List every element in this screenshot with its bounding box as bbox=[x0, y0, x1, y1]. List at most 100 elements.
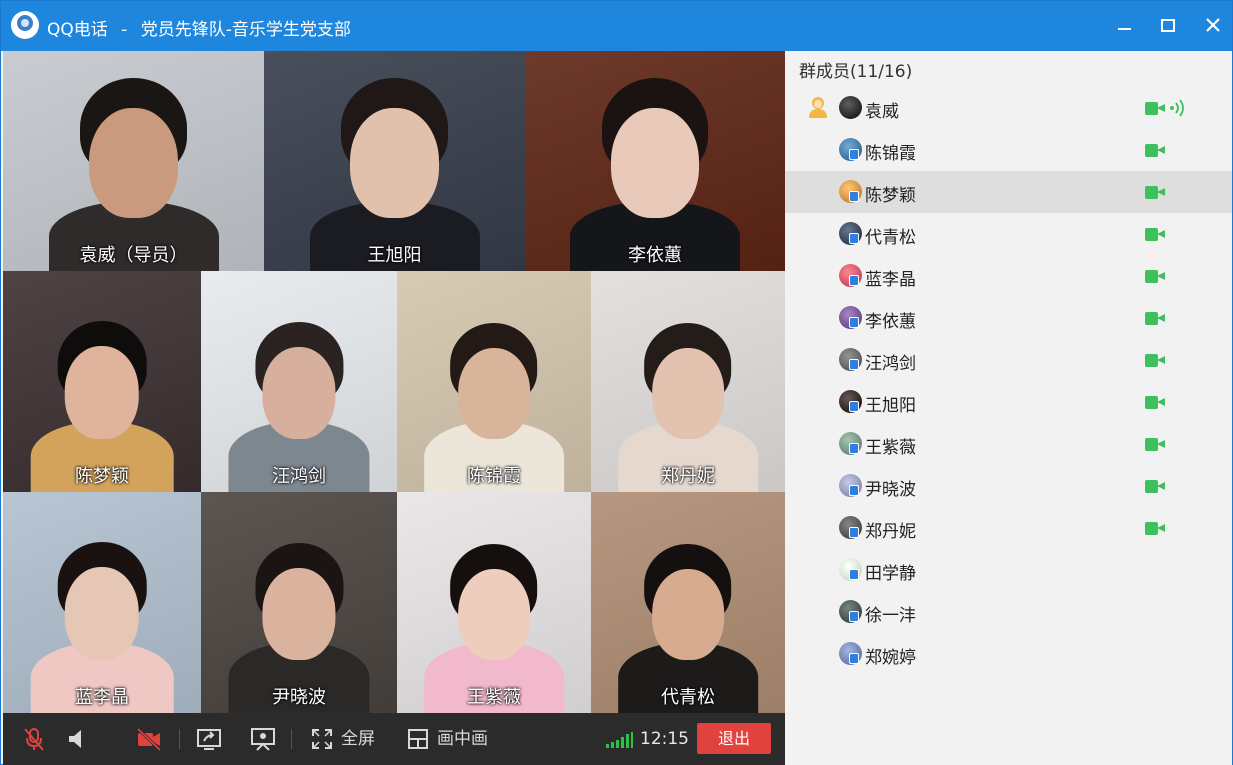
video-tile[interactable]: 代青松 bbox=[591, 492, 785, 713]
device-icon bbox=[849, 359, 859, 370]
speaker-button[interactable] bbox=[65, 726, 91, 752]
video-on-icon bbox=[1145, 270, 1165, 283]
participant-face bbox=[262, 347, 336, 439]
video-tile[interactable]: 陈梦颖 bbox=[3, 271, 201, 492]
member-row[interactable]: 田学静 bbox=[785, 549, 1232, 591]
member-name: 郑丹妮 bbox=[865, 522, 916, 542]
video-on-icon bbox=[1145, 144, 1165, 157]
device-icon bbox=[849, 569, 859, 580]
participant-face bbox=[262, 568, 336, 660]
device-icon bbox=[849, 443, 859, 454]
mic-button[interactable] bbox=[21, 726, 47, 752]
presentation-icon bbox=[251, 728, 275, 751]
participant-face bbox=[651, 348, 725, 439]
video-tile[interactable]: 蓝李晶 bbox=[3, 492, 201, 713]
host-icon bbox=[807, 95, 829, 119]
video-on-icon bbox=[1145, 522, 1165, 535]
qq-logo-icon bbox=[11, 11, 39, 39]
video-on-icon bbox=[1145, 480, 1165, 493]
exit-button[interactable]: 退出 bbox=[697, 723, 771, 754]
screen-share-button[interactable] bbox=[195, 726, 223, 752]
member-row[interactable]: 李依蕙 bbox=[785, 297, 1232, 339]
network-signal-icon bbox=[606, 732, 634, 748]
video-tile[interactable]: 陈锦霞 bbox=[397, 271, 591, 492]
mic-muted-icon bbox=[24, 728, 44, 751]
fullscreen-label: 全屏 bbox=[341, 729, 375, 749]
participant-face bbox=[457, 348, 531, 439]
video-on-icon bbox=[1145, 438, 1165, 451]
video-on-icon bbox=[1145, 396, 1165, 409]
picture-in-picture-button[interactable]: 画中画 bbox=[407, 726, 497, 752]
participant-name: 陈梦颖 bbox=[75, 466, 129, 487]
member-row[interactable]: 王紫薇 bbox=[785, 423, 1232, 465]
minimize-button[interactable] bbox=[1111, 13, 1137, 39]
member-row[interactable]: 陈梦颖 bbox=[785, 171, 1232, 213]
member-name: 汪鸿剑 bbox=[865, 354, 916, 374]
video-tile[interactable]: 王紫薇 bbox=[397, 492, 591, 713]
window-title: QQ电话 - 党员先锋队-音乐学生党支部 bbox=[47, 15, 351, 40]
member-name: 徐一沣 bbox=[865, 606, 916, 626]
participant-name: 陈锦霞 bbox=[467, 466, 521, 487]
participant-face bbox=[457, 569, 531, 660]
camera-off-icon bbox=[136, 727, 162, 752]
device-icon bbox=[849, 191, 859, 202]
member-name: 代青松 bbox=[865, 228, 916, 248]
participant-face bbox=[89, 107, 178, 219]
device-icon bbox=[849, 317, 859, 328]
member-name: 袁威 bbox=[865, 102, 899, 122]
member-row[interactable]: 袁威 bbox=[785, 87, 1232, 129]
participant-face bbox=[610, 107, 700, 219]
maximize-button[interactable] bbox=[1155, 13, 1181, 39]
participant-face bbox=[64, 567, 140, 660]
picture-in-picture-icon bbox=[408, 729, 428, 749]
minimize-icon bbox=[1118, 28, 1131, 30]
member-row[interactable]: 郑丹妮 bbox=[785, 507, 1232, 549]
video-tile[interactable]: 尹晓波 bbox=[201, 492, 397, 713]
member-name: 郑婉婷 bbox=[865, 648, 916, 668]
device-icon bbox=[849, 275, 859, 286]
member-row[interactable]: 郑婉婷 bbox=[785, 633, 1232, 675]
participant-name: 袁威（导员） bbox=[79, 245, 188, 266]
member-row[interactable]: 陈锦霞 bbox=[785, 129, 1232, 171]
participant-name: 蓝李晶 bbox=[75, 687, 129, 708]
video-tile[interactable]: 郑丹妮 bbox=[591, 271, 785, 492]
video-on-icon bbox=[1145, 228, 1165, 241]
participant-name: 王紫薇 bbox=[467, 687, 521, 708]
device-icon bbox=[849, 485, 859, 496]
title-bar: QQ电话 - 党员先锋队-音乐学生党支部 bbox=[1, 1, 1232, 51]
participant-name: 代青松 bbox=[661, 687, 715, 708]
member-row[interactable]: 徐一沣 bbox=[785, 591, 1232, 633]
member-name: 蓝李晶 bbox=[865, 270, 916, 290]
participant-name: 李依蕙 bbox=[628, 245, 682, 266]
app-name: QQ电话 bbox=[47, 20, 108, 40]
member-row[interactable]: 代青松 bbox=[785, 213, 1232, 255]
video-grid: 袁威（导员） 王旭阳 李依蕙陈梦颖 汪鸿剑 陈锦霞 郑丹妮蓝李晶 尹晓波 王紫薇 代青松 bbox=[3, 51, 785, 713]
presentation-button[interactable] bbox=[249, 726, 277, 752]
video-tile[interactable]: 袁威（导员） bbox=[3, 51, 264, 271]
member-row[interactable]: 蓝李晶 bbox=[785, 255, 1232, 297]
video-tile[interactable]: 王旭阳 bbox=[264, 51, 525, 271]
device-icon bbox=[849, 611, 859, 622]
participant-face bbox=[350, 107, 439, 219]
group-name: 党员先锋队-音乐学生党支部 bbox=[140, 20, 351, 40]
member-row[interactable]: 王旭阳 bbox=[785, 381, 1232, 423]
speaking-icon bbox=[1169, 99, 1187, 117]
title-separator: - bbox=[121, 20, 128, 40]
member-name: 李依蕙 bbox=[865, 312, 916, 332]
member-row[interactable]: 尹晓波 bbox=[785, 465, 1232, 507]
fullscreen-button[interactable]: 全屏 bbox=[311, 726, 381, 752]
member-avatar bbox=[839, 96, 862, 119]
device-icon bbox=[849, 401, 859, 412]
video-tile[interactable]: 汪鸿剑 bbox=[201, 271, 397, 492]
camera-button[interactable] bbox=[135, 726, 163, 752]
member-row[interactable]: 汪鸿剑 bbox=[785, 339, 1232, 381]
close-button[interactable] bbox=[1200, 13, 1226, 39]
video-tile[interactable]: 李依蕙 bbox=[525, 51, 785, 271]
call-toolbar: 全屏 画中画 12:15 退出 bbox=[3, 713, 785, 765]
picture-in-picture-label: 画中画 bbox=[437, 729, 488, 749]
fullscreen-icon bbox=[312, 729, 332, 749]
video-on-icon bbox=[1145, 102, 1165, 115]
video-on-icon bbox=[1145, 186, 1165, 199]
maximize-icon bbox=[1161, 19, 1175, 32]
member-name: 王旭阳 bbox=[865, 396, 916, 416]
